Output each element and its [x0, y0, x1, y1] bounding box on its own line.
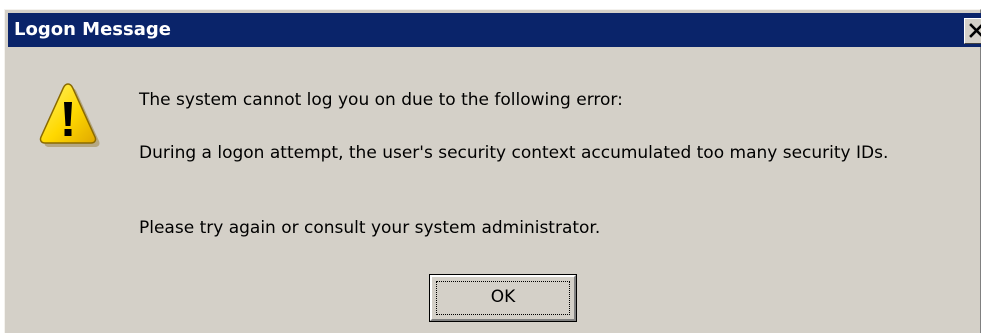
error-detail-text: During a logon attempt, the user's secur… — [139, 143, 889, 163]
close-button[interactable] — [964, 18, 981, 44]
close-icon — [969, 23, 981, 38]
error-advice-text: Please try again or consult your system … — [139, 218, 601, 238]
ok-button-label: OK — [490, 287, 516, 307]
error-heading-text: The system cannot log you on due to the … — [139, 90, 623, 110]
window-title: Logon Message — [14, 19, 171, 40]
logon-message-dialog: Logon Message The system cannot log you … — [4, 9, 981, 333]
warning-icon — [39, 83, 100, 147]
title-bar[interactable]: Logon Message — [8, 13, 981, 47]
ok-button[interactable]: OK — [429, 274, 577, 322]
